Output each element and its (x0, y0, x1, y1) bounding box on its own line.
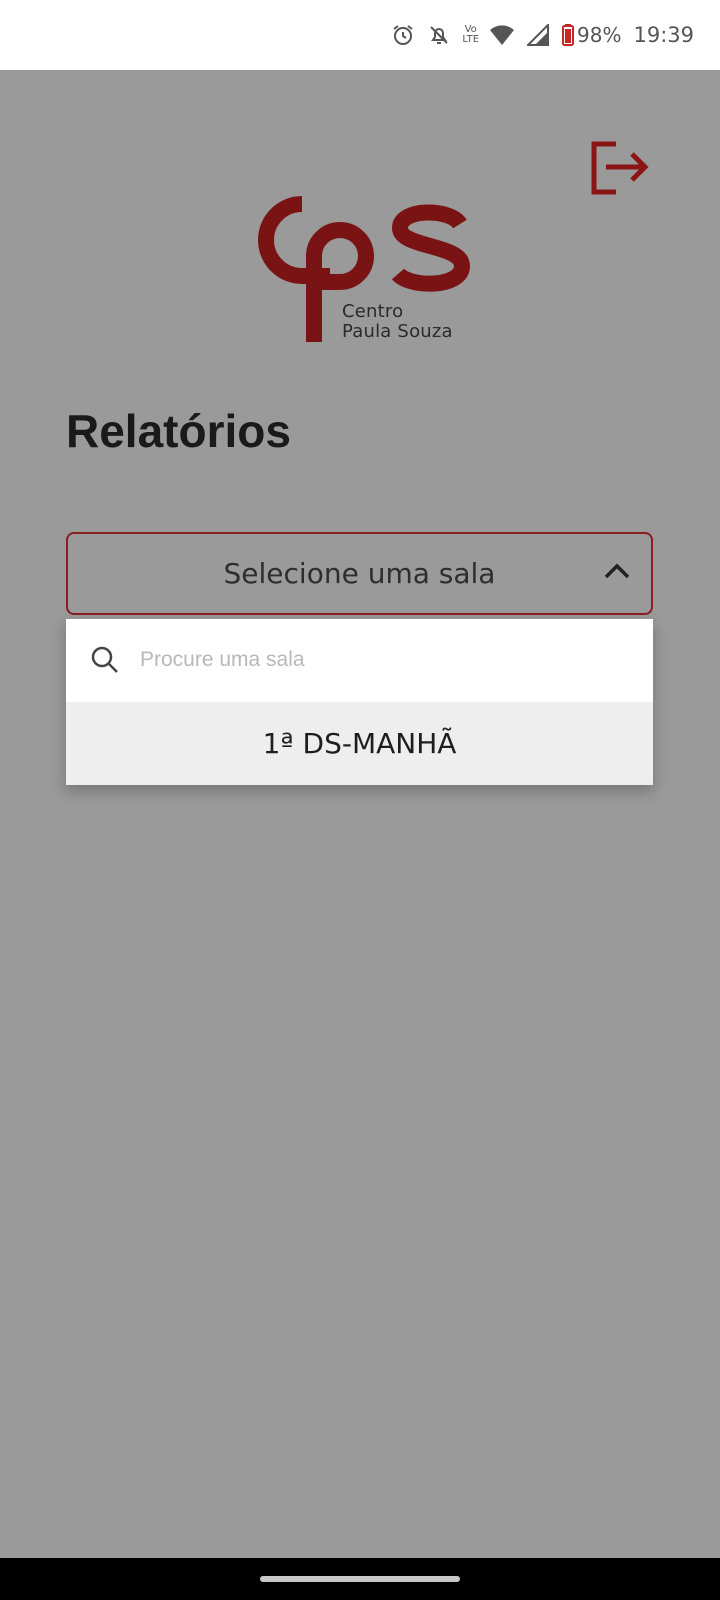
wifi-icon (489, 22, 515, 48)
volte-icon: Vo LTE (462, 25, 479, 45)
system-nav-bar (0, 1558, 720, 1600)
page-title: Relatórios (66, 405, 291, 457)
room-option[interactable]: 1ª DS-MANHÃ (66, 702, 653, 785)
logo-text-line1: Centro (342, 301, 404, 322)
logout-button[interactable] (590, 140, 652, 198)
room-option-label: 1ª DS-MANHÃ (262, 727, 457, 760)
alarm-icon (390, 22, 416, 48)
room-search-row (66, 619, 653, 702)
search-icon (91, 646, 118, 673)
battery-icon (561, 22, 575, 48)
volte-bottom-label: LTE (462, 34, 480, 45)
room-search-input[interactable] (140, 635, 630, 685)
signal-icon (525, 22, 551, 48)
chevron-up-icon[interactable] (601, 556, 633, 588)
room-select-label: Selecione uma sala (223, 557, 496, 590)
room-select[interactable]: Selecione uma sala (66, 532, 653, 615)
home-gesture-handle[interactable] (260, 1576, 460, 1582)
battery-percentage: 98% (577, 23, 622, 47)
logout-icon (591, 141, 649, 195)
logo-text-line2: Paula Souza (342, 321, 453, 342)
status-bar: Vo LTE 98% 19:39 (0, 0, 720, 70)
room-dropdown: 1ª DS-MANHÃ (66, 619, 653, 785)
clock: 19:39 (633, 23, 694, 47)
notifications-off-icon (426, 22, 452, 48)
